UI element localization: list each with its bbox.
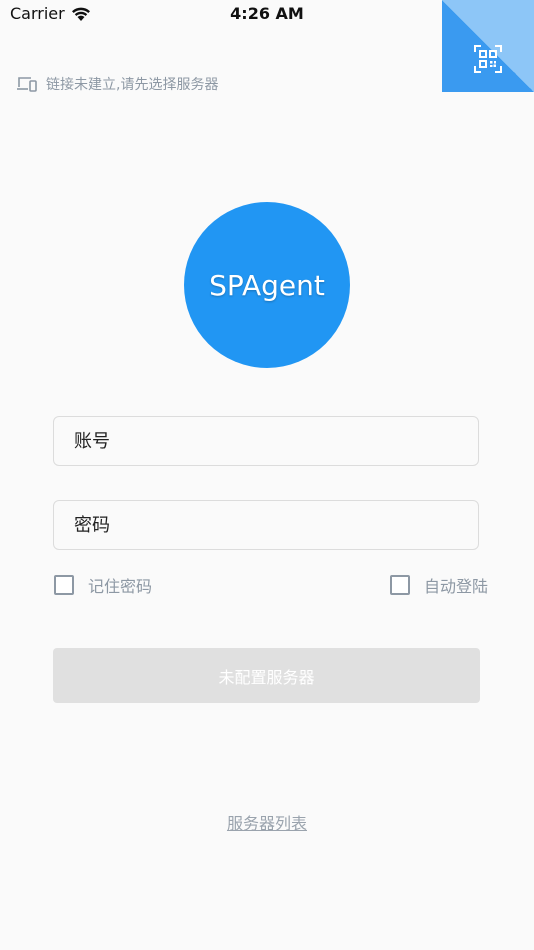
remember-password-box[interactable] [54,575,74,595]
account-input[interactable] [72,429,460,453]
login-button[interactable]: 未配置服务器 [53,648,480,703]
login-button-label: 未配置服务器 [218,667,315,687]
password-input[interactable] [72,513,460,537]
qr-scan-button[interactable] [442,0,534,92]
password-field-container [53,500,479,550]
auto-login-box[interactable] [390,575,410,595]
account-field-container [53,416,479,466]
app-logo: SPAgent [184,202,350,368]
qr-scan-icon [474,45,502,73]
app-logo-text: SPAgent [209,268,325,302]
auto-login-label: 自动登陆 [424,577,489,596]
devices-icon [16,76,38,92]
connection-notice-text: 链接未建立,请先选择服务器 [46,77,219,93]
auto-login-checkbox[interactable]: 自动登陆 [390,573,488,597]
remember-password-checkbox[interactable]: 记住密码 [54,573,152,597]
remember-password-label: 记住密码 [88,577,153,596]
connection-notice: 链接未建立,请先选择服务器 [16,74,218,94]
server-list-link[interactable]: 服务器列表 [0,810,534,834]
